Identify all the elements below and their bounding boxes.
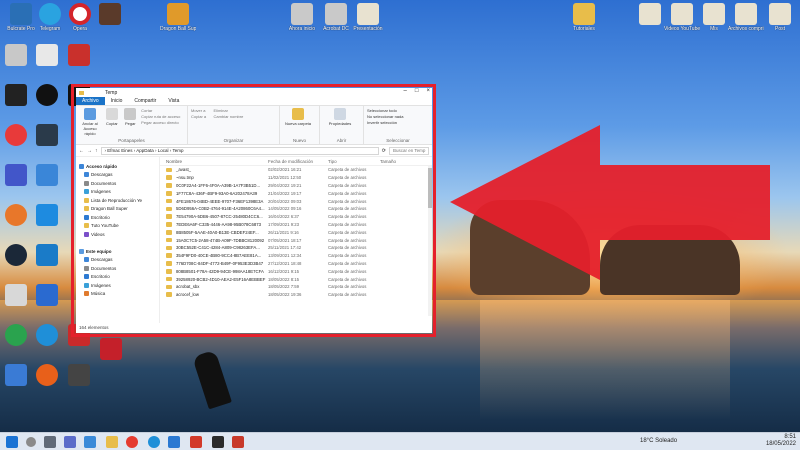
clock[interactable]: 8:51 18/05/2022: [766, 434, 796, 448]
word-icon[interactable]: [168, 436, 180, 448]
desktop-icon-chrome[interactable]: [5, 124, 27, 146]
search-icon[interactable]: [26, 437, 36, 447]
clock-time: 8:51: [784, 434, 796, 440]
wallpaper-reflection: [480, 300, 730, 420]
settings-icon[interactable]: [84, 436, 96, 448]
desktop-icon-file[interactable]: Acrobat DC: [318, 3, 354, 32]
desktop-icon[interactable]: [36, 164, 58, 186]
desktop-icon-bex[interactable]: [5, 204, 27, 226]
desktop-icon[interactable]: [68, 364, 90, 386]
desktop-icon-file[interactable]: Archivos comprimir: [728, 3, 764, 32]
desktop-icon-obs[interactable]: [36, 84, 58, 106]
desktop-icon-dragon-ball[interactable]: Dragon Ball Super: [160, 3, 196, 32]
desktop-icon[interactable]: [36, 204, 58, 226]
desktop-icon-file[interactable]: [632, 3, 668, 26]
desktop-icon[interactable]: [36, 44, 58, 66]
desktop-icon[interactable]: [36, 284, 58, 306]
desktop-icon-column: [100, 338, 122, 360]
desktop-icon-file[interactable]: Mis: [696, 3, 732, 32]
desktop-icon-file[interactable]: Ahora inicio: [284, 3, 320, 32]
edge-icon[interactable]: [148, 436, 160, 448]
red-arrow-icon: [450, 125, 770, 280]
task-view-icon[interactable]: [44, 436, 56, 448]
clock-date: 18/05/2022: [765, 441, 796, 447]
red-highlight-frame: [71, 84, 436, 337]
file-explorer-icon[interactable]: [106, 436, 118, 448]
desktop-icon[interactable]: [5, 284, 27, 306]
app-icon[interactable]: [212, 436, 224, 448]
start-icon[interactable]: [6, 436, 18, 448]
desktop-icon[interactable]: [5, 164, 27, 186]
taskbar: 18°C Soleado 8:51 18/05/2022: [0, 432, 800, 450]
app-icon[interactable]: [190, 436, 202, 448]
desktop-icon-epic[interactable]: [5, 84, 27, 106]
desktop-icon[interactable]: [5, 324, 27, 346]
app-icon[interactable]: [232, 436, 244, 448]
desktop-icon-folder[interactable]: Tutoriales: [566, 3, 602, 32]
desktop-icon-acrobat[interactable]: [100, 338, 122, 360]
chat-icon[interactable]: [64, 436, 76, 448]
desktop-icon[interactable]: [68, 44, 90, 66]
weather-widget[interactable]: 18°C Soleado: [640, 438, 677, 444]
desktop-icon-file[interactable]: Post: [762, 3, 798, 32]
desktop-icon-file[interactable]: Videos YouTube: [664, 3, 700, 32]
desktop-icon[interactable]: [36, 244, 58, 266]
desktop-icon[interactable]: [36, 124, 58, 146]
desktop-icon[interactable]: [5, 44, 27, 66]
desktop-icon-steam[interactable]: [5, 244, 27, 266]
desktop-icon-file[interactable]: Presentación: [350, 3, 386, 32]
desktop-icon-firefox[interactable]: [36, 364, 58, 386]
desktop-icon-column: [36, 44, 58, 386]
desktop-icon[interactable]: [5, 364, 27, 386]
desktop-icon-column: [5, 44, 27, 386]
desktop-icon-edge[interactable]: [36, 324, 58, 346]
chrome-icon[interactable]: [126, 436, 138, 448]
desktop-icon-shortcut[interactable]: [92, 3, 128, 26]
